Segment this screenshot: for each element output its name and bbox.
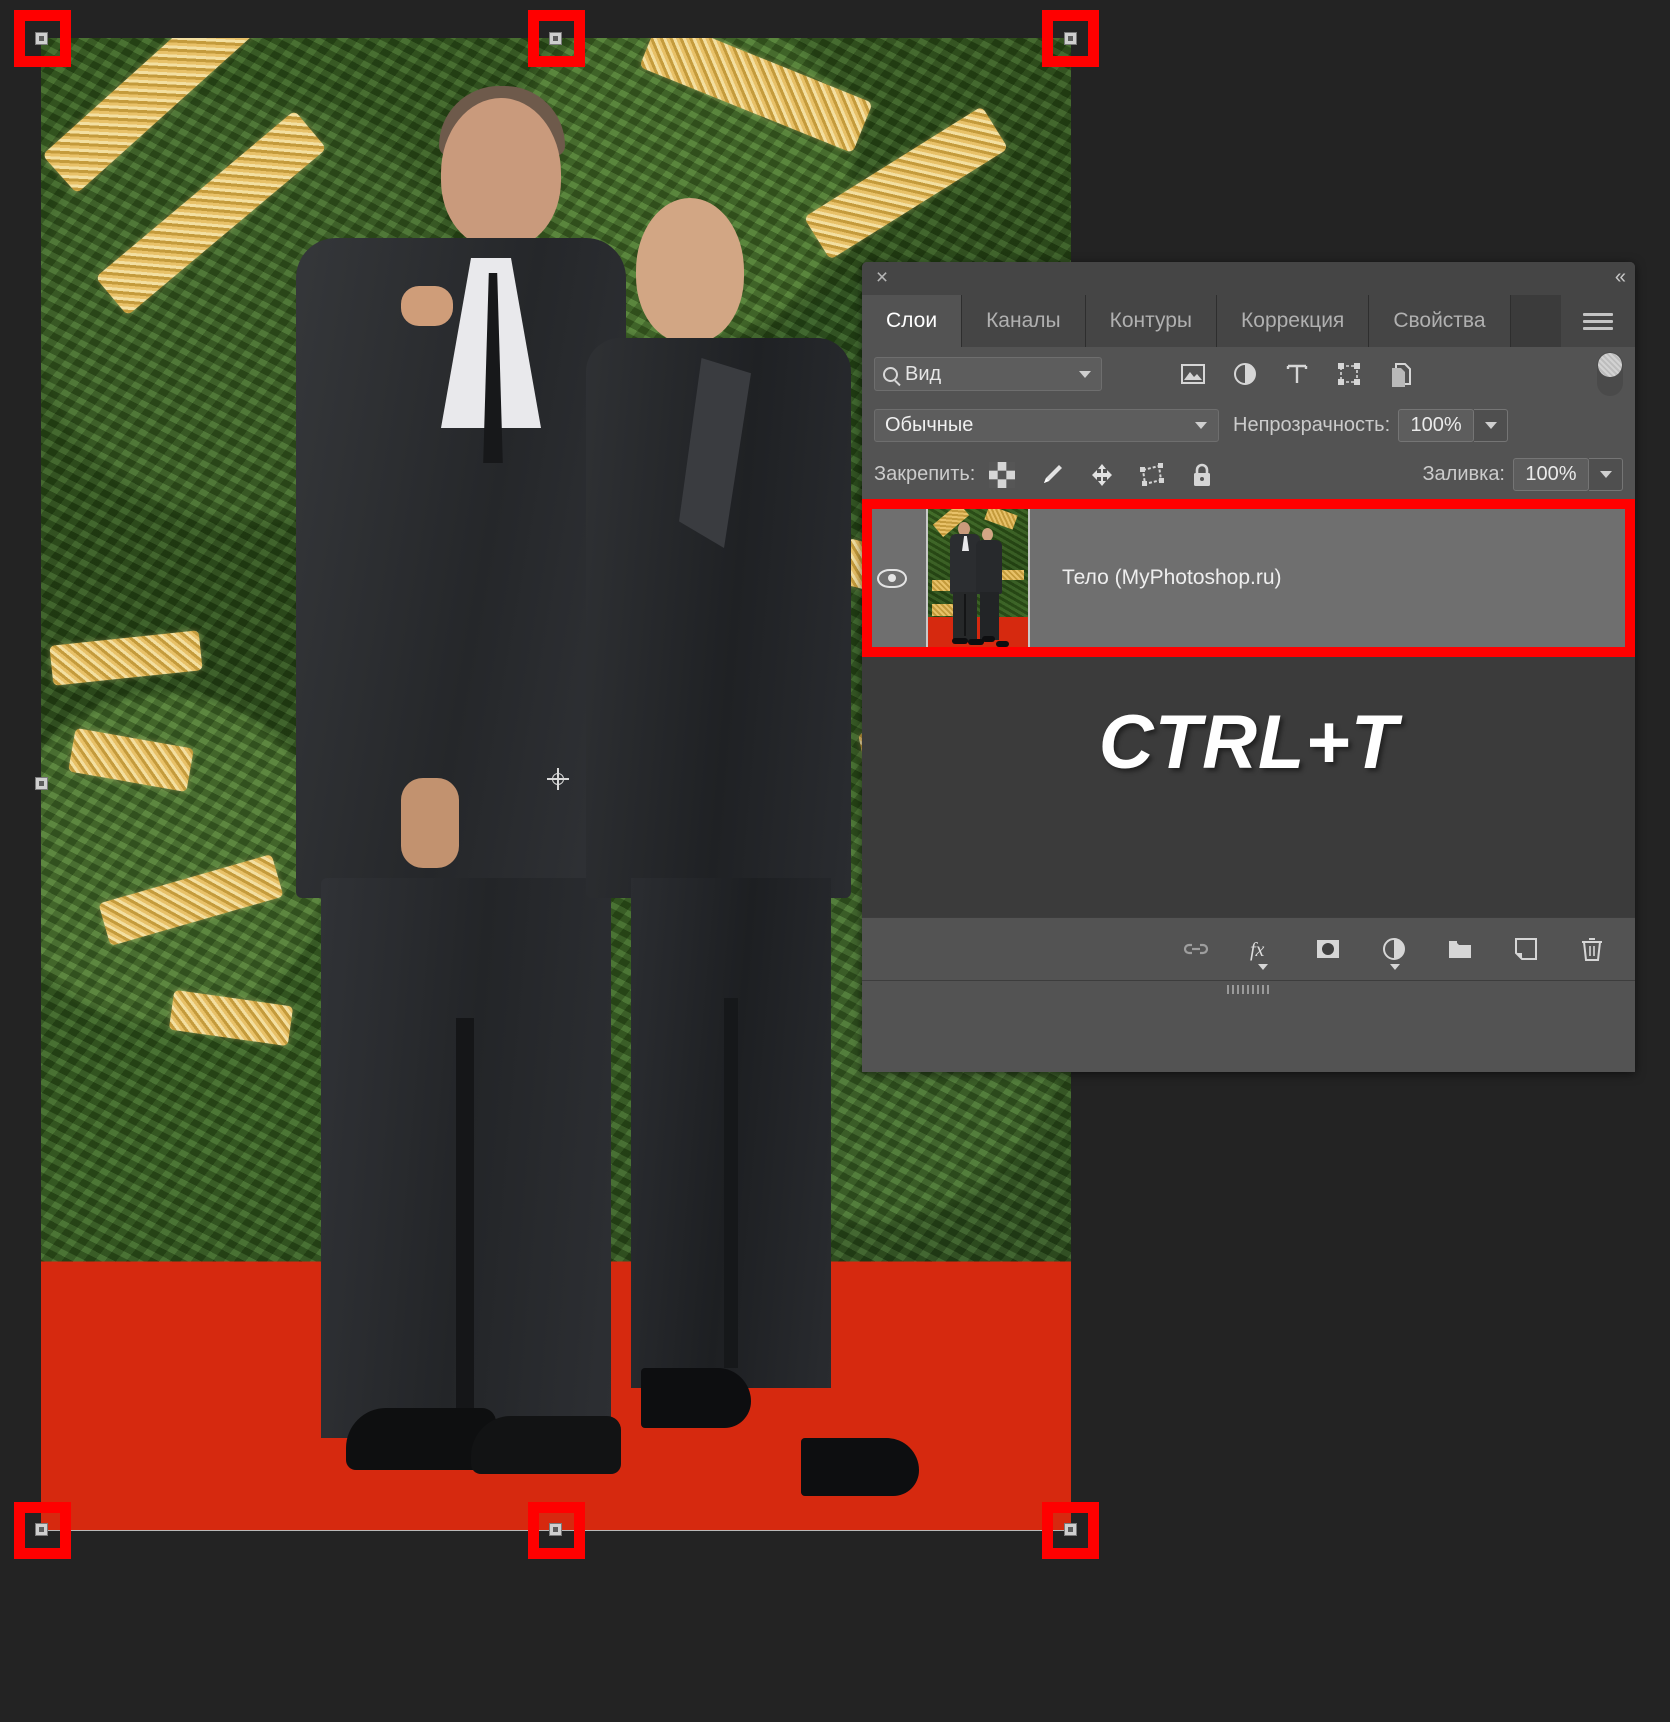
image-filter-icon[interactable] [1180,361,1206,387]
annotation-box-bottom-center [528,1502,585,1559]
panel-tabs[interactable]: Слои Каналы Контуры Коррекция Свойства [862,295,1635,347]
eye-icon [877,569,907,588]
handle-core [39,781,44,786]
man-shoe [471,1416,621,1474]
woman-heel [801,1438,919,1496]
blend-mode-value: Обычные [885,414,973,437]
transform-handle-middle-left[interactable] [35,777,48,790]
toggle-knob [1598,353,1622,377]
link-layers-icon[interactable] [1181,934,1211,964]
text-filter-icon[interactable] [1284,361,1310,387]
man-head [441,98,561,248]
transform-reference-point-icon[interactable] [547,768,569,790]
tab-properties[interactable]: Свойства [1369,295,1510,347]
chevron-down-icon [1485,422,1497,429]
annotation-box-bottom-left [14,1502,71,1559]
new-group-icon[interactable] [1445,934,1475,964]
filter-enable-toggle[interactable] [1597,352,1623,396]
add-layer-mask-icon[interactable] [1313,934,1343,964]
layer-visibility-toggle[interactable] [862,569,922,588]
thumbnail-gold [1002,570,1024,580]
lock-all-icon[interactable] [1189,462,1215,488]
keyboard-shortcut-hint: CTRL+T [862,699,1635,786]
layer-style-fx-icon[interactable]: fx [1247,934,1277,964]
svg-text:fx: fx [1250,939,1265,961]
chevron-down-icon [1600,471,1612,478]
thumbnail-heel [982,636,995,642]
panel-menu-button[interactable] [1561,295,1635,347]
tab-channels[interactable]: Каналы [962,295,1086,347]
resize-grip-icon[interactable] [862,980,1635,997]
tab-label: Каналы [986,309,1061,333]
annotation-box-bottom-right [1042,1502,1099,1559]
layers-panel-toolbar[interactable]: fx [862,917,1635,980]
new-adjustment-layer-icon[interactable] [1379,934,1409,964]
collapse-panel-icon[interactable]: « [1615,266,1623,289]
grip-bars [1227,985,1271,994]
lock-row[interactable]: Закрепить: Заливка: 100% [862,450,1635,499]
chevron-down-icon [1079,371,1091,378]
woman-leg-gap [724,998,738,1368]
panel-titlebar[interactable]: × « [862,262,1635,295]
opacity-label: Непрозрачность: [1233,414,1390,437]
layer-filter-row[interactable]: Вид [862,347,1635,401]
opacity-dropdown-button[interactable] [1474,409,1508,442]
blend-mode-row[interactable]: Обычные Непрозрачность: 100% [862,401,1635,450]
woman-heel [641,1368,751,1428]
reference-point-ring [552,773,564,785]
layer-name-label[interactable]: Тело (MyPhotoshop.ru) [1062,566,1282,590]
fill-input[interactable]: 100% [1513,458,1589,491]
delete-layer-icon[interactable] [1577,934,1607,964]
filter-value: Вид [905,363,941,386]
woman-head [636,198,744,343]
blend-mode-select[interactable]: Обычные [874,409,1219,442]
new-layer-icon[interactable] [1511,934,1541,964]
chevron-down-icon [1258,964,1268,970]
woman-hand [401,286,453,326]
fill-label: Заливка: [1422,463,1505,486]
lock-label: Закрепить: [874,463,975,486]
thumbnail-woman-legs [980,592,999,640]
thumbnail-heel [996,641,1009,647]
chevron-down-icon [1195,422,1207,429]
layers-panel[interactable]: × « Слои Каналы Контуры Коррекция Свойст… [862,262,1635,1072]
man-leg-gap [456,1018,474,1418]
tab-paths[interactable]: Контуры [1086,295,1217,347]
filter-type-icons[interactable] [1180,361,1414,387]
thumbnail-shoe [952,638,968,644]
tab-label: Свойства [1393,309,1485,333]
tab-label: Коррекция [1241,309,1344,333]
tab-label: Слои [886,309,937,333]
man-hand [401,778,459,868]
thumbnail-man-leg-gap [964,594,966,636]
layer-thumbnail[interactable] [926,506,1030,650]
filter-type-select[interactable]: Вид [874,357,1102,391]
lock-position-icon[interactable] [1089,462,1115,488]
chevron-down-icon [1390,964,1400,970]
lock-icon-group[interactable] [989,462,1215,488]
fill-dropdown-button[interactable] [1589,458,1623,491]
shape-filter-icon[interactable] [1336,361,1362,387]
smart-object-filter-icon[interactable] [1388,361,1414,387]
tab-label: Контуры [1110,309,1192,333]
annotation-box-top-right [1042,10,1099,67]
close-icon[interactable]: × [871,267,893,289]
lock-image-pixels-icon[interactable] [1039,462,1065,488]
table-row[interactable]: Тело (MyPhotoshop.ru) [862,499,1635,657]
adjustment-filter-icon[interactable] [1232,361,1258,387]
layer-list[interactable]: Тело (MyPhotoshop.ru) CTRL+T [862,499,1635,917]
lock-transparency-icon[interactable] [989,462,1015,488]
lock-artboard-nesting-icon[interactable] [1139,462,1165,488]
thumbnail-woman-body [976,540,1002,594]
opacity-input[interactable]: 100% [1398,409,1474,442]
hamburger-menu-icon [1583,309,1613,334]
annotation-box-top-center [528,10,585,67]
search-icon [883,367,898,382]
annotation-box-top-left [14,10,71,67]
tab-adjustments[interactable]: Коррекция [1217,295,1369,347]
tab-layers[interactable]: Слои [862,295,962,347]
